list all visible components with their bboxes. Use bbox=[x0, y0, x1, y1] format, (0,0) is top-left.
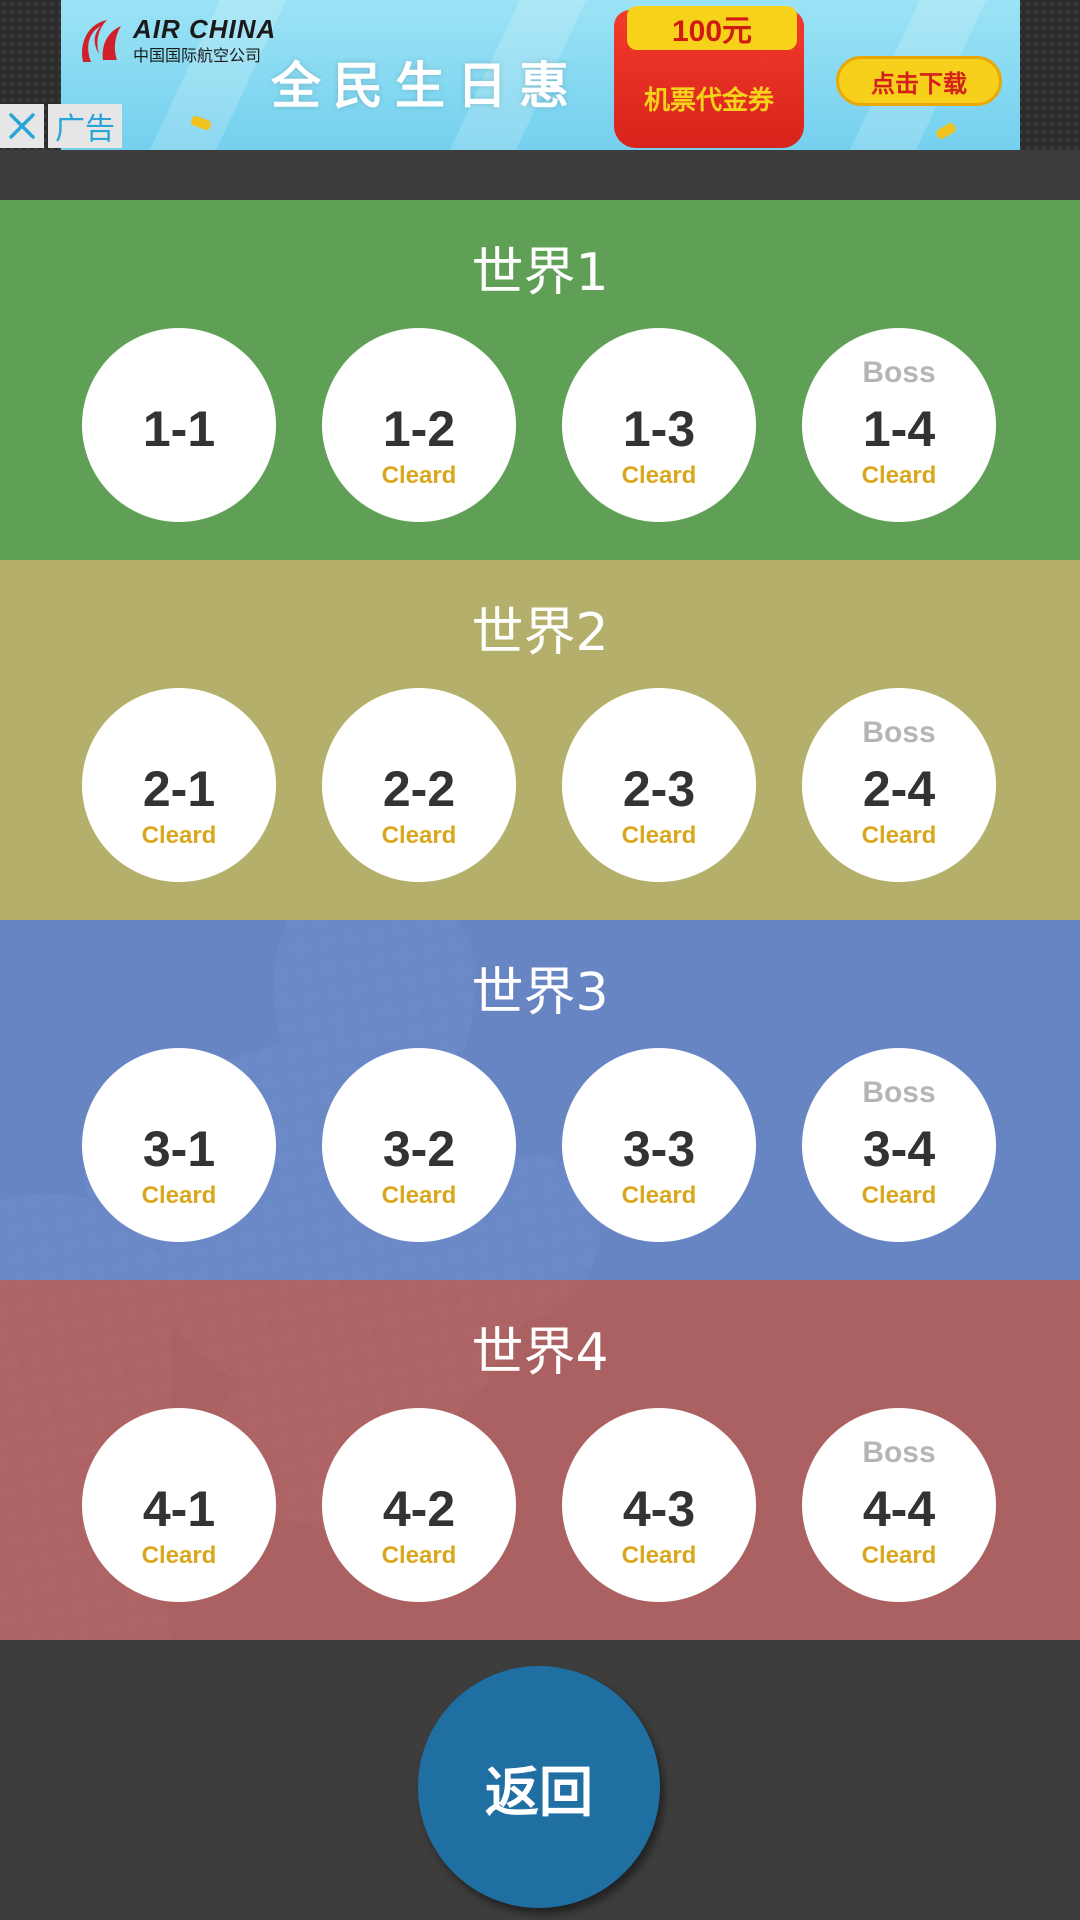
boss-label: Boss bbox=[862, 1436, 936, 1469]
level-button-1-4[interactable]: Boss 1-4 Cleard bbox=[802, 328, 996, 522]
level-status: Cleard bbox=[621, 462, 697, 489]
ad-voucher-amount: 100元 bbox=[627, 6, 797, 50]
level-number: 1-4 bbox=[862, 401, 936, 457]
ad-voucher-text: 机票代金券 bbox=[643, 86, 774, 116]
boss-label: Boss bbox=[862, 356, 936, 389]
ad-banner[interactable]: AIR CHINA 中国国际航空公司 全民生日惠 100元 机票代金券 点击下载 bbox=[61, 0, 1020, 150]
world-section-4: 世界4 4-1 Cleard 4-2 Cleard 4-3 Cleard Bos… bbox=[0, 1280, 1080, 1640]
level-number: 2-3 bbox=[622, 761, 696, 817]
world-title: 世界1 bbox=[471, 243, 609, 303]
level-status: Cleard bbox=[141, 1182, 217, 1209]
level-number: 4-3 bbox=[622, 1481, 696, 1537]
level-number: 3-4 bbox=[862, 1121, 936, 1177]
level-status: Cleard bbox=[381, 1542, 457, 1569]
level-number: 1-3 bbox=[622, 401, 696, 457]
world-list: 世界1 1-1 1-2 Cleard 1-3 Cleard Boss 1-4 C… bbox=[0, 200, 1080, 1640]
level-button-4-2[interactable]: 4-2 Cleard bbox=[322, 1408, 516, 1602]
level-number: 4-4 bbox=[862, 1481, 936, 1537]
level-button-1-3[interactable]: 1-3 Cleard bbox=[562, 328, 756, 522]
level-status: Cleard bbox=[861, 1182, 937, 1209]
level-number: 3-3 bbox=[622, 1121, 696, 1177]
level-number: 2-1 bbox=[142, 761, 216, 817]
ad-container: AIR CHINA 中国国际航空公司 全民生日惠 100元 机票代金券 点击下载… bbox=[0, 0, 1080, 150]
air-china-logo-icon bbox=[82, 20, 121, 62]
level-status: Cleard bbox=[621, 1182, 697, 1209]
level-number: 3-1 bbox=[142, 1121, 216, 1177]
level-number: 1-2 bbox=[382, 401, 456, 457]
level-number: 2-4 bbox=[862, 761, 936, 817]
ad-brand-name: AIR CHINA bbox=[133, 14, 277, 44]
level-status: Cleard bbox=[381, 822, 457, 849]
ad-download-button[interactable]: 点击下载 bbox=[836, 56, 1002, 106]
level-status: Cleard bbox=[621, 822, 697, 849]
world-section-3: 世界3 3-1 Cleard 3-2 Cleard 3-3 Cleard Bos… bbox=[0, 920, 1080, 1280]
level-button-3-3[interactable]: 3-3 Cleard bbox=[562, 1048, 756, 1242]
level-button-4-1[interactable]: 4-1 Cleard bbox=[82, 1408, 276, 1602]
world-title: 世界3 bbox=[471, 963, 609, 1023]
level-status: Cleard bbox=[861, 462, 937, 489]
back-button[interactable]: 返回 bbox=[418, 1666, 660, 1908]
level-number: 4-2 bbox=[382, 1481, 456, 1537]
ad-brand-subtitle: 中国国际航空公司 bbox=[133, 46, 262, 65]
world-title: 世界4 bbox=[471, 1323, 609, 1383]
level-status: Cleard bbox=[381, 1182, 457, 1209]
world-title: 世界2 bbox=[471, 603, 609, 663]
level-button-2-1[interactable]: 2-1 Cleard bbox=[82, 688, 276, 882]
level-button-1-1[interactable]: 1-1 bbox=[82, 328, 276, 522]
level-number: 4-1 bbox=[142, 1481, 216, 1537]
level-button-2-3[interactable]: 2-3 Cleard bbox=[562, 688, 756, 882]
back-button-label: 返回 bbox=[485, 1760, 593, 1824]
level-status: Cleard bbox=[141, 1542, 217, 1569]
close-icon bbox=[9, 113, 35, 139]
ad-label: 广告 bbox=[48, 104, 122, 148]
level-number: 3-2 bbox=[382, 1121, 456, 1177]
level-status: Cleard bbox=[381, 462, 457, 489]
ad-close-button[interactable] bbox=[0, 104, 44, 148]
level-number: 2-2 bbox=[382, 761, 456, 817]
level-status: Cleard bbox=[861, 822, 937, 849]
level-button-3-4[interactable]: Boss 3-4 Cleard bbox=[802, 1048, 996, 1242]
level-button-2-4[interactable]: Boss 2-4 Cleard bbox=[802, 688, 996, 882]
level-button-3-2[interactable]: 3-2 Cleard bbox=[322, 1048, 516, 1242]
confetti-decoration bbox=[934, 121, 958, 141]
boss-label: Boss bbox=[862, 716, 936, 749]
level-status: Cleard bbox=[141, 822, 217, 849]
level-status: Cleard bbox=[621, 1542, 697, 1569]
level-status: Cleard bbox=[861, 1542, 937, 1569]
level-button-3-1[interactable]: 3-1 Cleard bbox=[82, 1048, 276, 1242]
level-button-2-2[interactable]: 2-2 Cleard bbox=[322, 688, 516, 882]
ad-slogan: 全民生日惠 bbox=[271, 57, 581, 115]
level-button-1-2[interactable]: 1-2 Cleard bbox=[322, 328, 516, 522]
world-section-1: 世界1 1-1 1-2 Cleard 1-3 Cleard Boss 1-4 C… bbox=[0, 200, 1080, 560]
boss-label: Boss bbox=[862, 1076, 936, 1109]
level-number: 1-1 bbox=[142, 401, 216, 457]
world-section-2: 世界2 2-1 Cleard 2-2 Cleard 2-3 Cleard Bos… bbox=[0, 560, 1080, 920]
level-button-4-4[interactable]: Boss 4-4 Cleard bbox=[802, 1408, 996, 1602]
level-button-4-3[interactable]: 4-3 Cleard bbox=[562, 1408, 756, 1602]
